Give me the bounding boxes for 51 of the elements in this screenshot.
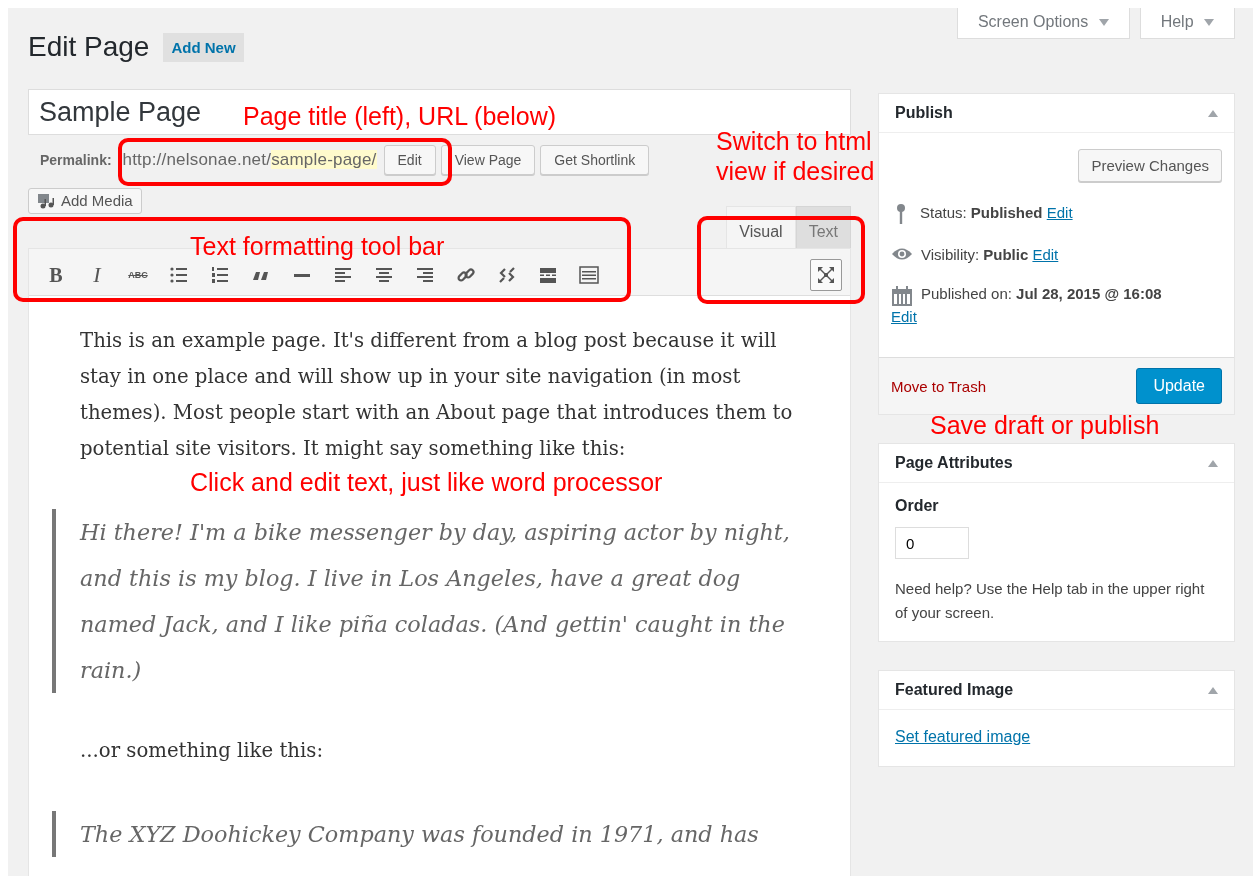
fullscreen-button[interactable] bbox=[810, 259, 842, 291]
bold-button[interactable]: B bbox=[37, 259, 75, 291]
strike-button[interactable]: ABC bbox=[119, 259, 157, 291]
order-field[interactable]: 0 bbox=[895, 527, 969, 559]
media-icon bbox=[37, 192, 55, 209]
permalink-button[interactable]: Get Shortlink bbox=[540, 145, 650, 175]
align-center-icon bbox=[374, 265, 394, 285]
annotation-text: Text formatting tool bar bbox=[190, 231, 446, 261]
numbers-icon bbox=[210, 265, 230, 285]
permalink-button[interactable]: View Page bbox=[440, 145, 536, 175]
calendar-icon bbox=[891, 285, 913, 307]
order-label: Order bbox=[895, 497, 940, 515]
annotation-text: Save draft or publish bbox=[930, 410, 1161, 440]
publish-detail: Visibility: Public Edit bbox=[921, 246, 1059, 263]
add-new-button[interactable]: Add New bbox=[163, 32, 244, 62]
unlink-icon bbox=[497, 265, 517, 285]
fullscreen-icon bbox=[816, 265, 836, 285]
block-quote: The XYZ Doohickey Company was founded in 1971, and has bbox=[52, 811, 800, 857]
panel-title: Page Attributes bbox=[895, 454, 1013, 472]
annotation-text: Page title (left), URL (below) bbox=[243, 101, 558, 131]
publish-detail: Status: Published Edit bbox=[920, 204, 1073, 221]
page-heading: Edit Page bbox=[28, 31, 150, 63]
trash-link[interactable]: Move to Trash bbox=[891, 377, 987, 395]
add-media-button[interactable]: Add Media bbox=[28, 188, 142, 214]
italic-button[interactable]: I bbox=[78, 259, 116, 291]
body-paragraph: This is an example page. It's different from a blog post because it will stay in one place and will show up in your site navigation (in most themes). Most people start with an About page that introduces them to potential site visitors. It might say something like this: bbox=[80, 328, 794, 462]
edit-link[interactable]: Edit bbox=[1046, 204, 1073, 221]
set-image-link[interactable]: Set featured image bbox=[895, 728, 1031, 745]
update-button[interactable]: Update bbox=[1136, 368, 1222, 404]
preview-button[interactable]: Preview Changes bbox=[1078, 149, 1222, 182]
screen-tab[interactable]: Help bbox=[1139, 8, 1235, 39]
caret-icon bbox=[1098, 19, 1109, 27]
block-quote: Hi there! I'm a bike messenger by day, aspiring actor by night, and this is my blog. I live in Los Angeles, have a great dog named Jack, and I like piña coladas. (And gettin' caught in the rain.) bbox=[52, 509, 800, 693]
caret-icon bbox=[1204, 19, 1214, 27]
eye-icon bbox=[891, 246, 913, 262]
bullets-icon bbox=[169, 265, 189, 285]
panel-title: Featured Image bbox=[895, 681, 1014, 699]
body-paragraph: ...or something like this: bbox=[80, 738, 325, 764]
panel-title: Publish bbox=[895, 104, 953, 122]
more-icon bbox=[538, 265, 558, 285]
align-right-icon bbox=[415, 265, 435, 285]
permalink-text: Permalink: http://nelsonae.net/sample-page/ bbox=[40, 150, 377, 170]
edit-link[interactable]: Edit bbox=[1032, 246, 1059, 263]
pin-icon bbox=[897, 204, 905, 224]
align-left-icon bbox=[333, 265, 353, 285]
screen-tab[interactable]: Screen Options bbox=[956, 8, 1130, 39]
edit-link[interactable]: Edit bbox=[891, 308, 1162, 325]
help-text: Need help? Use the Help tab in the upper right of your screen. bbox=[895, 579, 1206, 623]
editor-tab[interactable]: Visual bbox=[726, 206, 796, 248]
permalink-button[interactable]: Edit bbox=[383, 145, 436, 175]
annotation-text: Click and edit text, just like word processor bbox=[190, 467, 664, 497]
